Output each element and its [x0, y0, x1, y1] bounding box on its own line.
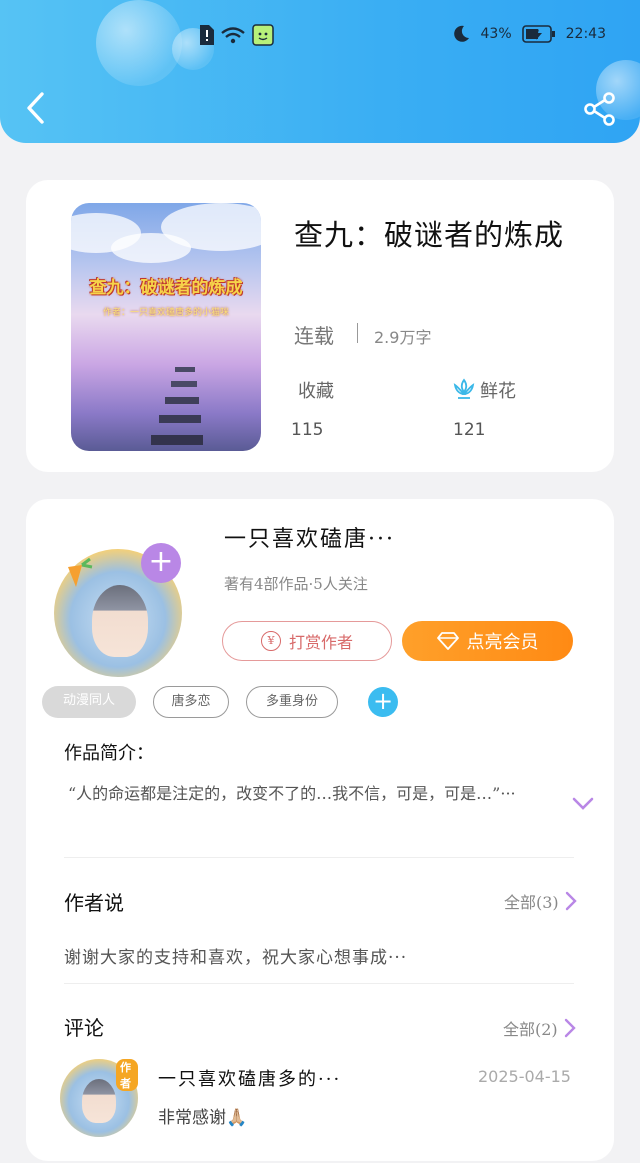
- battery-icon: [521, 25, 555, 43]
- comments-all-label: 全部(2): [503, 1020, 558, 1039]
- flower-label[interactable]: 鲜花: [480, 377, 516, 403]
- flower-count: 121: [453, 420, 486, 440]
- collect-count: 115: [291, 420, 324, 440]
- moon-icon: [453, 25, 469, 42]
- author-details-card: + 一只喜欢磕唐··· 著有4部作品·5人关注 ¥ 打赏作者 点亮会员 动漫同人…: [26, 499, 614, 1161]
- flower-icon[interactable]: [452, 377, 476, 401]
- status-divider: [357, 323, 358, 343]
- alert-sim-icon: [200, 25, 214, 45]
- cover-steps-illustration: [151, 367, 203, 445]
- battery-percent: 43%: [480, 26, 512, 42]
- author-name[interactable]: 一只喜欢磕唐···: [224, 521, 395, 553]
- avatar-figure: [92, 585, 148, 657]
- cover-title: 查九：破谜者的炼成: [89, 278, 243, 298]
- tag-romance[interactable]: 唐多恋: [153, 686, 229, 718]
- avatar-figure: [82, 1079, 116, 1123]
- follow-author-button[interactable]: +: [141, 543, 181, 583]
- chevron-right-icon: [564, 1018, 576, 1038]
- comment-username[interactable]: 一只喜欢磕唐多的···: [158, 1065, 341, 1091]
- section-divider: [64, 857, 574, 858]
- clock: 22:43: [565, 26, 606, 42]
- comment-text: 非常感谢🙏🏼: [158, 1108, 248, 1128]
- avatar-carrot-ornament: [68, 557, 93, 587]
- book-title: 查九：破谜者的炼成: [294, 218, 565, 252]
- comment-avatar[interactable]: 作者: [60, 1059, 138, 1137]
- collect-label[interactable]: 收藏: [298, 377, 334, 403]
- diamond-icon: [436, 632, 459, 650]
- author-stats: 著有4部作品·5人关注: [224, 575, 368, 593]
- reward-author-button[interactable]: ¥ 打赏作者: [222, 621, 392, 661]
- word-count: 2.9万字: [374, 328, 432, 347]
- share-icon[interactable]: [582, 92, 618, 126]
- vip-label: 点亮会员: [466, 632, 539, 653]
- intro-label: 作品简介：: [64, 743, 154, 764]
- comments-label: 评论: [64, 1016, 104, 1040]
- cover-subtitle: 作者：一只喜欢磕唐多的小猫咪: [102, 308, 229, 318]
- vip-button[interactable]: 点亮会员: [402, 621, 573, 661]
- status-icons-right: 43% 22:43: [451, 24, 606, 44]
- author-says-text: 谢谢大家的支持和喜欢，祝大家心想事成···: [64, 948, 408, 968]
- book-cover[interactable]: 查九：破谜者的炼成 作者：一只喜欢磕唐多的小猫咪: [71, 203, 261, 451]
- back-icon[interactable]: [22, 90, 52, 126]
- reward-label: 打赏作者: [288, 633, 353, 652]
- add-tag-button[interactable]: +: [368, 687, 398, 717]
- book-info-card: 查九：破谜者的炼成 作者：一只喜欢磕唐多的小猫咪 查九：破谜者的炼成 连载 2.…: [26, 180, 614, 472]
- author-says-all-link[interactable]: 全部(3): [504, 889, 577, 913]
- section-divider: [64, 983, 574, 984]
- chevron-right-icon: [565, 891, 577, 911]
- author-says-all-label: 全部(3): [504, 893, 559, 912]
- app-notification-icon: [252, 24, 274, 46]
- tag-fanfic[interactable]: 动漫同人: [42, 686, 136, 718]
- comment-date: 2025-04-15: [478, 1067, 571, 1086]
- yen-icon: ¥: [260, 631, 281, 651]
- status-icons-left: [198, 24, 274, 46]
- author-badge: 作者: [116, 1059, 138, 1091]
- chevron-down-icon[interactable]: [572, 797, 594, 811]
- header-bar: 43% 22:43: [0, 0, 640, 143]
- intro-text: “人的命运都是注定的，改变不了的…我不信，可是，可是…”···: [68, 784, 516, 803]
- cover-cloud: [111, 233, 191, 263]
- serial-status: 连载: [294, 324, 334, 348]
- author-says-label: 作者说: [64, 891, 124, 915]
- wifi-icon: [221, 27, 245, 44]
- comments-all-link[interactable]: 全部(2): [503, 1016, 576, 1040]
- tag-identity[interactable]: 多重身份: [246, 686, 338, 718]
- decor-bubble: [96, 0, 182, 86]
